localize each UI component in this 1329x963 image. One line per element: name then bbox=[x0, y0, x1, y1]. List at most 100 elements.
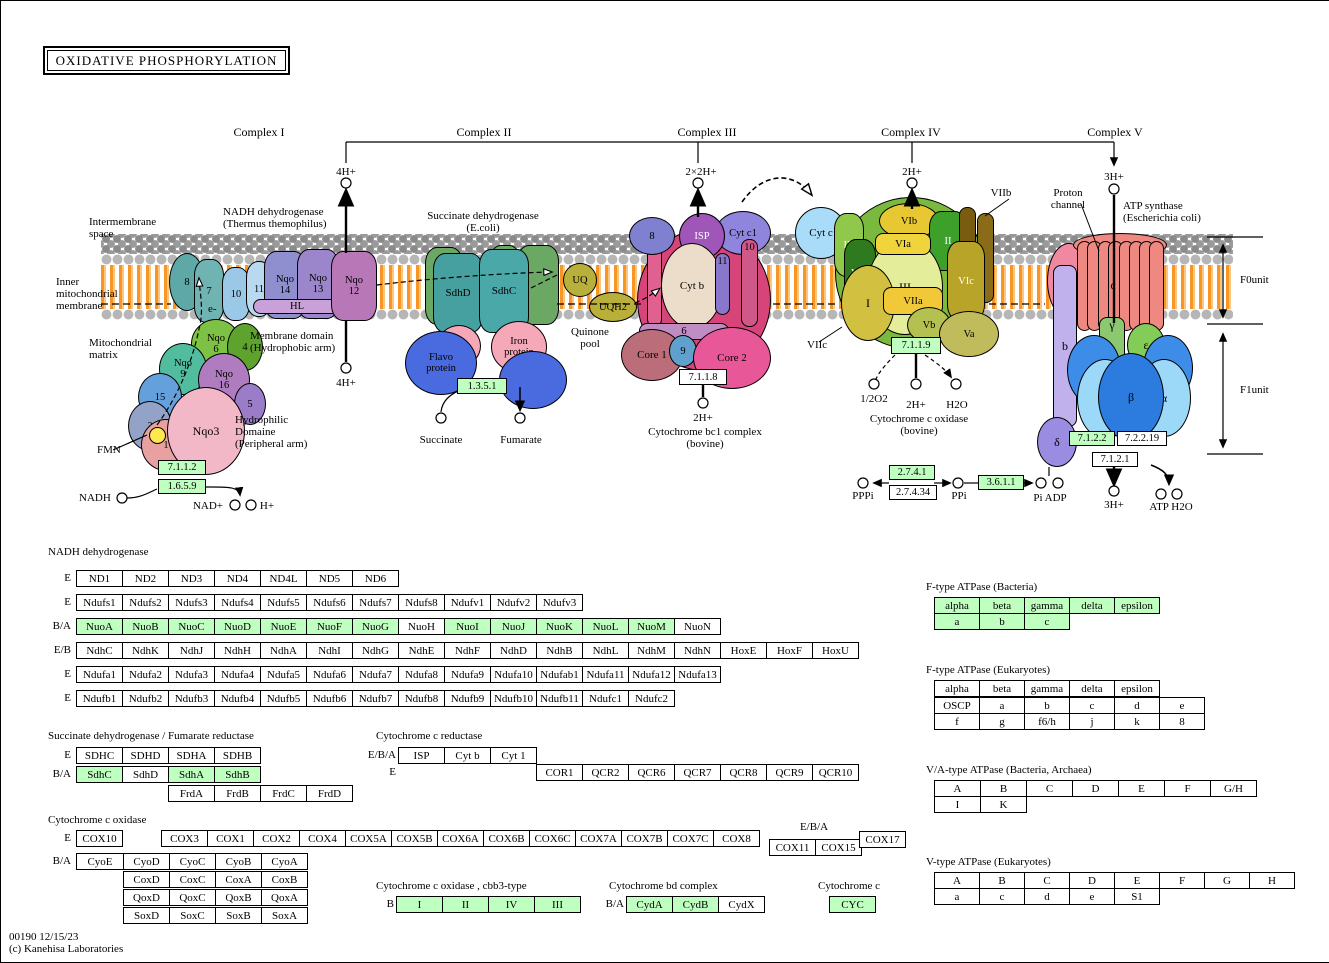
gene-cell-ndufs7[interactable]: Ndufs7 bbox=[352, 594, 399, 611]
gene-cell-f[interactable]: F bbox=[1159, 872, 1205, 889]
ec-box-1-6-5-9[interactable]: 1.6.5.9 bbox=[158, 479, 206, 494]
gene-cell-ndufb6[interactable]: Ndufb6 bbox=[306, 690, 353, 707]
gene-cell-cox6a[interactable]: COX6A bbox=[437, 830, 484, 847]
gene-cell-nuoi[interactable]: NuoI bbox=[444, 618, 491, 635]
gene-cell-nd4l[interactable]: ND4L bbox=[260, 570, 307, 587]
gene-cell-ndha[interactable]: NdhA bbox=[260, 642, 307, 659]
gene-cell-cox2[interactable]: COX2 bbox=[253, 830, 300, 847]
ec-box-1-3-5-1[interactable]: 1.3.5.1 bbox=[457, 378, 507, 394]
gene-cell-b[interactable]: b bbox=[979, 613, 1025, 630]
gene-cell-ndufb10[interactable]: Ndufb10 bbox=[490, 690, 537, 707]
gene-cell-nuoa[interactable]: NuoA bbox=[76, 618, 123, 635]
gene-cell-frdc[interactable]: FrdC bbox=[260, 785, 307, 802]
gene-cell-nd3[interactable]: ND3 bbox=[168, 570, 215, 587]
gene-cell-a[interactable]: a bbox=[979, 697, 1025, 714]
gene-cell-nuom[interactable]: NuoM bbox=[628, 618, 675, 635]
gene-cell-i[interactable]: I bbox=[396, 896, 443, 913]
gene-cell-coxa[interactable]: CoxA bbox=[215, 871, 262, 888]
gene-cell-8[interactable]: 8 bbox=[1159, 713, 1205, 730]
ec-box-7-1-2-1[interactable]: 7.1.2.1 bbox=[1092, 452, 1138, 467]
gene-cell-e[interactable]: e bbox=[1069, 888, 1115, 905]
gene-cell-cyoc[interactable]: CyoC bbox=[169, 853, 216, 870]
gene-cell-ndufs5[interactable]: Ndufs5 bbox=[260, 594, 307, 611]
gene-cell-c[interactable]: C bbox=[1026, 780, 1073, 797]
gene-cell-ndhn[interactable]: NdhN bbox=[674, 642, 721, 659]
gene-cell-cox1[interactable]: COX1 bbox=[207, 830, 254, 847]
gene-cell-ndufc2[interactable]: Ndufc2 bbox=[628, 690, 675, 707]
gene-cell-cox6c[interactable]: COX6C bbox=[529, 830, 576, 847]
gene-cell-nuob[interactable]: NuoB bbox=[122, 618, 169, 635]
gene-cell-ndufs4[interactable]: Ndufs4 bbox=[214, 594, 261, 611]
gene-cell-nd1[interactable]: ND1 bbox=[76, 570, 123, 587]
gene-cell-ndufb7[interactable]: Ndufb7 bbox=[352, 690, 399, 707]
gene-cell-cox7a[interactable]: COX7A bbox=[575, 830, 622, 847]
gene-cell-cox15[interactable]: COX15 bbox=[815, 839, 862, 856]
gene-cell-nuoe[interactable]: NuoE bbox=[260, 618, 307, 635]
gene-cell-soxd[interactable]: SoxD bbox=[123, 907, 170, 924]
gene-cell-cyoa[interactable]: CyoA bbox=[261, 853, 308, 870]
gene-cell-ndufc1[interactable]: Ndufc1 bbox=[582, 690, 629, 707]
gene-cell-ndufs2[interactable]: Ndufs2 bbox=[122, 594, 169, 611]
gene-cell-nd5[interactable]: ND5 bbox=[306, 570, 353, 587]
ec-box-2-7-4-1[interactable]: 2.7.4.1 bbox=[889, 465, 935, 480]
gene-cell-cyda[interactable]: CydA bbox=[626, 896, 673, 913]
gene-cell-cyt-b[interactable]: Cyt b bbox=[444, 747, 491, 764]
gene-cell-qcr2[interactable]: QCR2 bbox=[582, 764, 629, 781]
gene-cell-g-h[interactable]: G/H bbox=[1210, 780, 1257, 797]
gene-cell-d[interactable]: D bbox=[1069, 872, 1115, 889]
gene-cell-b[interactable]: b bbox=[1024, 697, 1070, 714]
gene-cell-cox8[interactable]: COX8 bbox=[713, 830, 760, 847]
gene-cell-c[interactable]: c bbox=[979, 888, 1025, 905]
gene-cell-a[interactable]: A bbox=[934, 872, 980, 889]
gene-cell-iv[interactable]: IV bbox=[488, 896, 535, 913]
gene-cell-cox10[interactable]: COX10 bbox=[76, 830, 123, 847]
gene-cell-d[interactable]: d bbox=[1114, 697, 1160, 714]
gene-cell-cox11[interactable]: COX11 bbox=[769, 839, 816, 856]
gene-cell-qoxb[interactable]: QoxB bbox=[215, 889, 262, 906]
gene-cell-ndufa2[interactable]: Ndufa2 bbox=[122, 666, 169, 683]
gene-cell-ndufb1[interactable]: Ndufb1 bbox=[76, 690, 123, 707]
gene-cell-soxc[interactable]: SoxC bbox=[169, 907, 216, 924]
gene-cell-sdha[interactable]: SDHA bbox=[168, 747, 215, 764]
ec-box-2-7-4-34[interactable]: 2.7.4.34 bbox=[889, 485, 937, 500]
gene-cell-hoxu[interactable]: HoxU bbox=[812, 642, 859, 659]
gene-cell-qcr7[interactable]: QCR7 bbox=[674, 764, 721, 781]
gene-cell-nuoc[interactable]: NuoC bbox=[168, 618, 215, 635]
gene-cell-ndhm[interactable]: NdhM bbox=[628, 642, 675, 659]
gene-cell-nuol[interactable]: NuoL bbox=[582, 618, 629, 635]
gene-cell-cyt-1[interactable]: Cyt 1 bbox=[490, 747, 537, 764]
gene-cell-a[interactable]: A bbox=[934, 780, 981, 797]
gene-cell-soxb[interactable]: SoxB bbox=[215, 907, 262, 924]
gene-cell-ndhb[interactable]: NdhB bbox=[536, 642, 583, 659]
gene-cell-cox7b[interactable]: COX7B bbox=[621, 830, 668, 847]
gene-cell-ndhk[interactable]: NdhK bbox=[122, 642, 169, 659]
gene-cell-alpha[interactable]: alpha bbox=[934, 680, 980, 697]
gene-cell-ndhd[interactable]: NdhD bbox=[490, 642, 537, 659]
gene-cell-a[interactable]: a bbox=[934, 613, 980, 630]
gene-cell-qoxd[interactable]: QoxD bbox=[123, 889, 170, 906]
gene-cell-cyod[interactable]: CyoD bbox=[123, 853, 170, 870]
gene-cell-ndufb3[interactable]: Ndufb3 bbox=[168, 690, 215, 707]
ec-box-3-6-1-1[interactable]: 3.6.1.1 bbox=[978, 475, 1024, 490]
gene-cell-delta[interactable]: delta bbox=[1069, 597, 1115, 614]
gene-cell-gamma[interactable]: gamma bbox=[1024, 597, 1070, 614]
gene-cell-a[interactable]: a bbox=[934, 888, 980, 905]
gene-cell-ndufa9[interactable]: Ndufa9 bbox=[444, 666, 491, 683]
gene-cell-frdd[interactable]: FrdD bbox=[306, 785, 353, 802]
gene-cell-ndufa3[interactable]: Ndufa3 bbox=[168, 666, 215, 683]
gene-cell-cox3[interactable]: COX3 bbox=[161, 830, 208, 847]
gene-cell-f6-h[interactable]: f6/h bbox=[1024, 713, 1070, 730]
gene-cell-ndhf[interactable]: NdhF bbox=[444, 642, 491, 659]
gene-cell-s1[interactable]: S1 bbox=[1114, 888, 1160, 905]
gene-cell-hoxf[interactable]: HoxF bbox=[766, 642, 813, 659]
gene-cell-ndhe[interactable]: NdhE bbox=[398, 642, 445, 659]
gene-cell-ndufa7[interactable]: Ndufa7 bbox=[352, 666, 399, 683]
gene-cell-nuoj[interactable]: NuoJ bbox=[490, 618, 537, 635]
gene-cell-epsilon[interactable]: epsilon bbox=[1114, 680, 1160, 697]
gene-cell-ii[interactable]: II bbox=[442, 896, 489, 913]
gene-cell-e[interactable]: E bbox=[1118, 780, 1165, 797]
gene-cell-hoxe[interactable]: HoxE bbox=[720, 642, 767, 659]
gene-cell-ndufa5[interactable]: Ndufa5 bbox=[260, 666, 307, 683]
gene-cell-nuog[interactable]: NuoG bbox=[352, 618, 399, 635]
gene-cell-gamma[interactable]: gamma bbox=[1024, 680, 1070, 697]
